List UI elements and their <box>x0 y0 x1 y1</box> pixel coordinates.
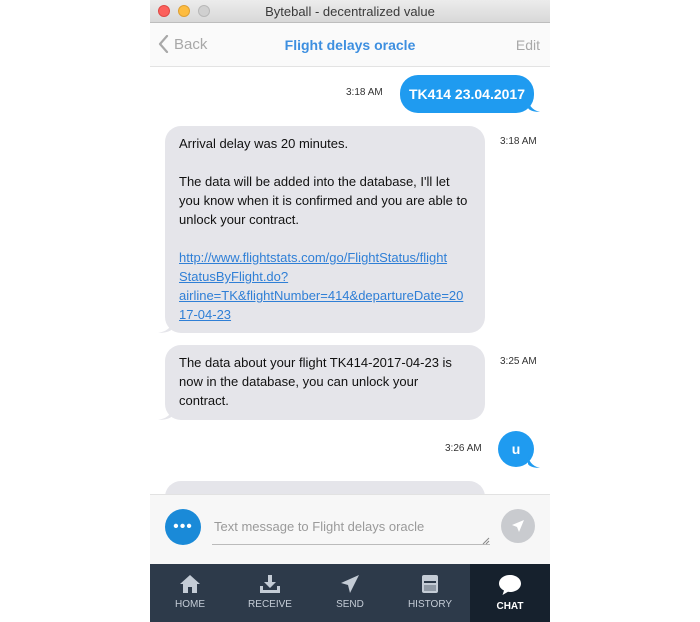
tab-history[interactable]: HISTORY <box>390 564 470 622</box>
bubble-tail <box>158 319 172 333</box>
message-time: 3:18 AM <box>500 136 537 147</box>
outgoing-message-bubble[interactable]: TK414 23.04.2017 <box>400 75 534 113</box>
tab-send[interactable]: SEND <box>310 564 390 622</box>
message-text: you know when it is confirmed and you ar… <box>179 193 468 208</box>
tab-label: HISTORY <box>407 599 453 610</box>
message-input[interactable] <box>212 509 490 545</box>
paper-plane-icon <box>512 520 524 532</box>
message-text: The data will be added into the database… <box>179 174 450 189</box>
window-title: Byteball - decentralized value <box>265 4 435 19</box>
flight-status-link[interactable]: http://www.flightstats.com/go/FlightStat… <box>179 248 471 267</box>
tab-receive[interactable]: RECEIVE <box>230 564 310 622</box>
tab-label: CHAT <box>496 601 524 612</box>
resize-handle-icon[interactable] <box>482 537 490 545</box>
tab-bar: HOME RECEIVE SEND HISTORY CHAT <box>150 564 550 622</box>
edit-button[interactable]: Edit <box>516 37 540 53</box>
flight-status-link[interactable]: airline=TK&flightNumber=414&departureDat… <box>179 286 471 305</box>
bubble-tail <box>528 453 540 468</box>
message-text: now in the database, you can unlock your <box>179 374 419 389</box>
incoming-message-bubble[interactable] <box>165 481 485 494</box>
message-text: Arrival delay was 20 minutes. <box>179 136 349 151</box>
send-message-button[interactable] <box>501 509 535 543</box>
message-time: 3:25 AM <box>500 356 537 367</box>
title-bar: Byteball - decentralized value <box>150 0 550 23</box>
bubble-tail <box>158 406 172 420</box>
ellipsis-icon: ••• <box>173 518 193 535</box>
flight-status-link[interactable]: 17-04-23 <box>179 305 471 324</box>
receive-icon <box>260 575 280 593</box>
tab-label: HOME <box>175 599 205 610</box>
send-icon <box>341 575 359 593</box>
conversation-title: Flight delays oracle <box>284 37 416 53</box>
message-text: contract. <box>179 393 229 408</box>
message-text: unlock your contract. <box>179 212 299 227</box>
flight-status-link[interactable]: StatusByFlight.do? <box>179 267 471 286</box>
incoming-message-bubble[interactable]: Arrival delay was 20 minutes. The data w… <box>165 126 485 333</box>
home-icon <box>180 575 200 593</box>
incoming-message-bubble[interactable]: The data about your flight TK414-2017-04… <box>165 345 485 420</box>
message-list[interactable]: 3:18 AM TK414 23.04.2017 Arrival delay w… <box>150 67 550 494</box>
message-time: 3:18 AM <box>346 87 383 98</box>
message-text: The data about your flight TK414-2017-04… <box>179 355 452 370</box>
tab-label: RECEIVE <box>248 599 292 610</box>
history-icon <box>422 575 438 593</box>
chat-icon <box>499 575 521 595</box>
tab-label: SEND <box>336 599 364 610</box>
message-composer: ••• <box>150 494 550 564</box>
app-window: Byteball - decentralized value Back Flig… <box>150 0 550 622</box>
more-options-button[interactable]: ••• <box>165 509 201 545</box>
tab-chat[interactable]: CHAT <box>470 564 550 622</box>
message-time: 3:26 AM <box>445 443 482 454</box>
tab-home[interactable]: HOME <box>150 564 230 622</box>
bubble-tail <box>528 97 540 112</box>
nav-bar: Back Flight delays oracle Edit <box>150 23 550 67</box>
